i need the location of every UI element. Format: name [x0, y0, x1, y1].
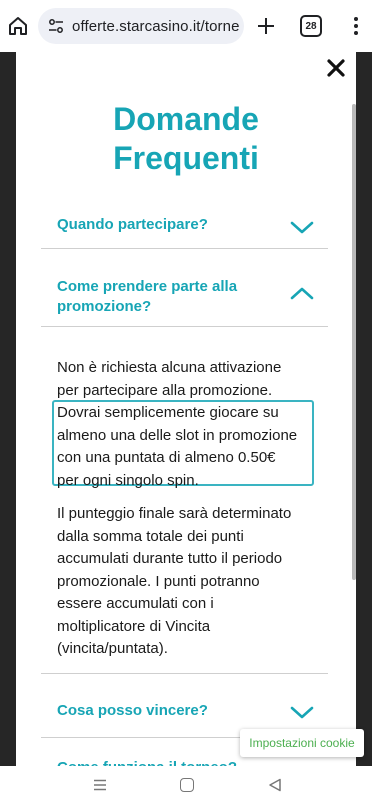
- faq-title: Quando partecipare?: [57, 216, 208, 233]
- site-info-icon[interactable]: [48, 18, 64, 34]
- answer-line: per ogni singolo spin.: [57, 471, 199, 489]
- faq-modal: Domande Frequenti Quando partecipare? Co…: [16, 52, 356, 766]
- tab-switcher-icon[interactable]: 28: [300, 15, 322, 37]
- answer-line: promozionale. I punti potranno: [57, 572, 260, 590]
- answer-line: accumulati durante tutto il periodo: [57, 550, 283, 567]
- chevron-up-icon: [290, 287, 314, 300]
- faq-title: Cosa posso vincere?: [57, 702, 208, 719]
- system-navigation-bar: [0, 766, 372, 800]
- back-icon[interactable]: [268, 778, 282, 792]
- faq-header[interactable]: Come prendere parte alla promozione?: [41, 249, 328, 326]
- cookie-settings-button[interactable]: Impostazioni cookie: [240, 729, 364, 757]
- home-icon[interactable]: [6, 14, 30, 38]
- home-nav-icon[interactable]: [180, 778, 194, 792]
- chevron-down-icon: [290, 706, 314, 719]
- url-text[interactable]: offerte.starcasino.it/torne: [72, 18, 240, 35]
- answer-line: essere accumulati con i: [57, 595, 214, 612]
- answer-line: Dovrai semplicemente giocare su: [57, 404, 279, 421]
- answer-divider: [41, 652, 328, 674]
- chevron-down-icon: [290, 221, 314, 234]
- overflow-menu-icon[interactable]: [344, 14, 368, 38]
- answer-line: per partecipare alla promozione.: [57, 381, 273, 399]
- faq-title: Come funziona il torneo?: [57, 758, 237, 766]
- faq-header[interactable]: Quando partecipare?: [41, 198, 328, 248]
- close-icon[interactable]: [326, 58, 346, 78]
- answer-line: moltiplicatore di Vincita: [57, 617, 211, 635]
- faq-header[interactable]: Cosa posso vincere?: [41, 674, 328, 737]
- address-bar[interactable]: offerte.starcasino.it/torne: [38, 8, 244, 44]
- answer-line: Non è richiesta alcuna attivazione: [57, 359, 282, 376]
- faq-item-quando-partecipare[interactable]: Quando partecipare?: [41, 198, 328, 249]
- answer-line: dalla somma totale dei punti: [57, 527, 244, 545]
- new-tab-plus-icon[interactable]: [254, 14, 278, 38]
- faq-answer: Non è richiesta alcuna attivazione per p…: [57, 357, 329, 661]
- answer-line: con una puntata di almeno 0.50€: [57, 449, 276, 466]
- tab-count: 28: [305, 20, 317, 32]
- browser-toolbar: offerte.starcasino.it/torne 28: [0, 0, 372, 52]
- faq-item-come-prendere-parte[interactable]: Come prendere parte alla promozione?: [41, 249, 328, 327]
- faq-title: Come prendere parte alla promozione?: [57, 278, 238, 315]
- answer-line: almeno una delle slot in promozione: [57, 426, 298, 444]
- recents-icon[interactable]: [93, 779, 107, 791]
- page-title: Domande Frequenti: [113, 101, 259, 176]
- answer-line: Il punteggio finale sarà determinato: [57, 505, 292, 522]
